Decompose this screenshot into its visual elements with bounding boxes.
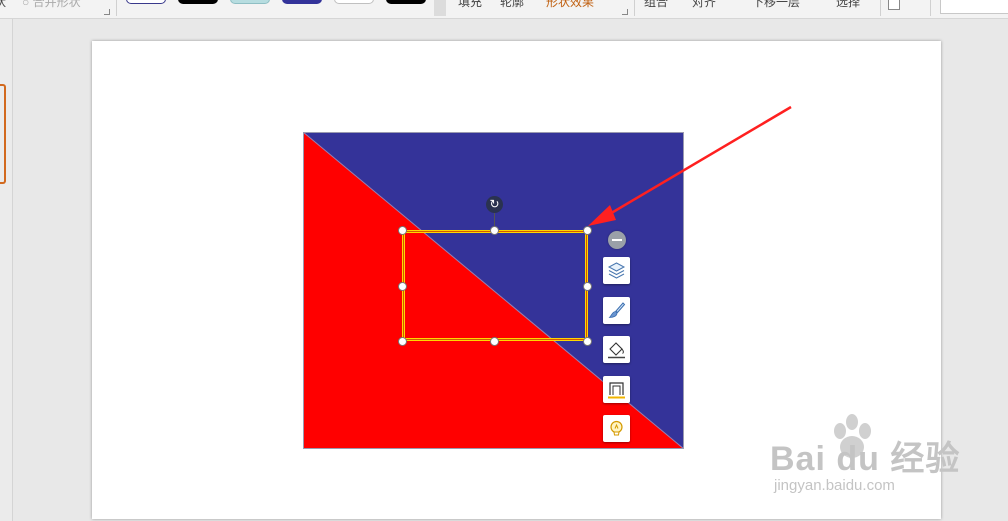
brush-icon [608,302,626,318]
lightbulb-icon [610,420,623,436]
ribbon-divider [930,0,931,16]
resize-handle-bottom[interactable] [490,337,499,346]
shape-style-swatch[interactable] [282,0,322,4]
watermark-url: jingyan.baidu.com [774,477,895,494]
fill-button[interactable]: 填充 [458,0,482,10]
dialog-launcher-icon[interactable] [104,9,110,15]
layers-icon [607,262,626,279]
resize-handle-bottom-left[interactable] [398,337,407,346]
smart-suggest-button[interactable] [603,415,630,442]
watermark-title: Bai du 经验 [770,440,961,478]
shape-style-swatch[interactable] [334,0,374,4]
resize-handle-top[interactable] [490,226,499,235]
shape-outline-button[interactable] [603,376,630,403]
collapse-icon[interactable] [608,231,626,249]
outline-button[interactable]: 轮廓 [500,0,524,10]
fill-bucket-icon [608,342,625,359]
shape-style-swatch[interactable] [386,0,426,4]
move-down-button[interactable]: 下移一层 [752,0,800,10]
shape-style-swatch[interactable] [126,0,166,4]
dialog-launcher-icon[interactable] [622,9,628,15]
rotate-handle-icon[interactable]: ↻ [486,196,503,213]
resize-handle-top-left[interactable] [398,226,407,235]
ribbon-toolbar: 状 ○ 合并形状 填充 轮廓 形状效果 组合 对齐 下移一层 选择 [0,0,1008,19]
format-painter-button[interactable] [603,297,630,324]
shape-style-swatch[interactable] [230,0,270,4]
shape-style-swatch[interactable] [178,0,218,4]
size-input[interactable] [940,0,1008,14]
shape-fill-button[interactable] [603,336,630,363]
group-button[interactable]: 组合 [644,0,668,10]
checkbox-icon[interactable] [888,0,900,10]
gallery-scroll[interactable] [434,0,446,16]
selected-rectangle[interactable] [402,230,588,341]
align-button[interactable]: 对齐 [692,0,716,10]
floating-shape-toolbar [603,230,631,442]
resize-handle-right[interactable] [583,282,592,291]
ribbon-divider [116,0,117,16]
resize-handle-left[interactable] [398,282,407,291]
ribbon-divider [634,0,635,16]
merge-shape-button[interactable]: ○ 合并形状 [22,0,81,10]
ribbon-divider [880,0,881,16]
layers-button[interactable] [603,257,630,284]
selected-slide-thumbnail[interactable] [0,84,6,184]
shape-effect-button[interactable]: 形状效果 [546,0,594,10]
select-button[interactable]: 选择 [836,0,860,10]
baidu-watermark: Bai du 经验 jingyan.baidu.com [770,413,1000,503]
resize-handle-top-right[interactable] [583,226,592,235]
thumbnail-panel [0,19,13,521]
outline-icon [608,382,625,399]
ribbon-cut-label: 状 [0,0,7,9]
resize-handle-bottom-right[interactable] [583,337,592,346]
